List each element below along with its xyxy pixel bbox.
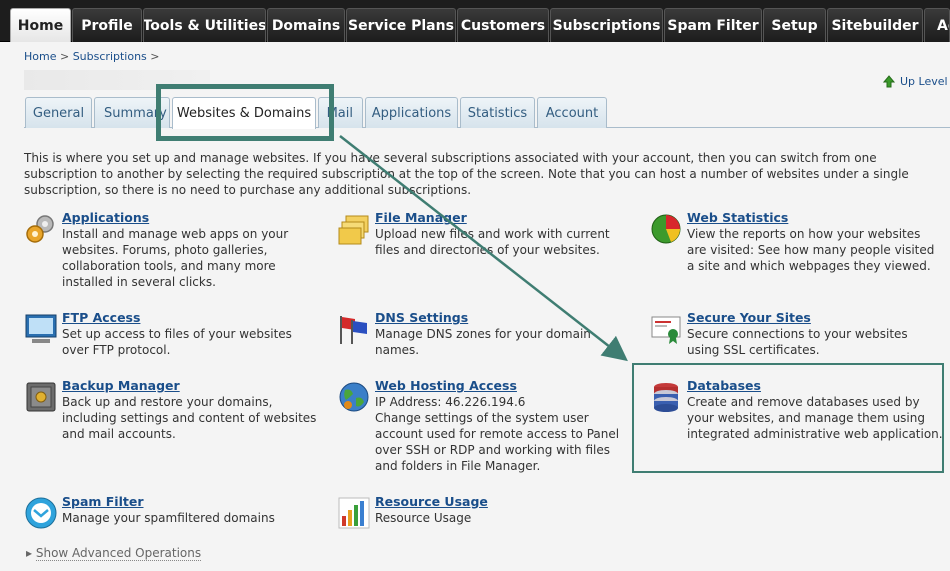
up-level-icon	[882, 75, 896, 88]
web-statistics-link[interactable]: Web Statistics	[687, 210, 934, 226]
web-hosting-desc-1: Change settings of the system user	[375, 411, 589, 425]
nav-tab-home[interactable]: Home	[10, 8, 71, 42]
item-web-statistics: Web Statistics View the reports on how y…	[649, 210, 944, 276]
ip-address-text: IP Address: 46.226.194.6	[375, 395, 526, 409]
web-hosting-access-link[interactable]: Web Hosting Access	[375, 378, 619, 394]
secure-sites-desc-1: Secure connections to your websites	[687, 327, 908, 341]
nav-tab-account[interactable]: Ac	[924, 8, 950, 42]
item-dns-settings: DNS Settings Manage DNS zones for your d…	[337, 310, 627, 360]
item-ftp-access: FTP Access Set up access to files of you…	[24, 310, 324, 360]
top-navigation: Home Profile Tools & Utilities Domains S…	[0, 0, 950, 42]
web-hosting-desc-2: account used for remote access to Panel	[375, 427, 620, 441]
intro-text: This is where you set up and manage webs…	[24, 151, 909, 197]
applications-desc-3: collaboration tools, and many more	[62, 259, 276, 273]
safe-icon	[26, 382, 56, 412]
folder-icon	[338, 215, 369, 245]
up-level-label: Up Level	[900, 74, 948, 88]
resource-usage-desc: Resource Usage	[375, 511, 472, 525]
web-statistics-desc-1: View the reports on how your websites	[687, 227, 921, 241]
item-resource-usage: Resource Usage Resource Usage	[337, 494, 627, 530]
applications-gears-icon	[26, 215, 54, 243]
applications-link[interactable]: Applications	[62, 210, 288, 226]
globe-icon	[339, 382, 369, 412]
expand-arrow-icon: ▸	[26, 546, 33, 560]
nav-tab-service-plans[interactable]: Service Plans	[346, 8, 456, 42]
item-backup-manager: Backup Manager Back up and restore your …	[24, 378, 324, 444]
item-secure-sites: Secure Your Sites Secure connections to …	[649, 310, 944, 360]
web-hosting-desc-4: and folders in File Manager.	[375, 459, 541, 473]
show-advanced-label: Show Advanced Operations	[35, 546, 202, 561]
ftp-access-desc-1: Set up access to files of your websites	[62, 327, 292, 341]
breadcrumb-home[interactable]: Home	[24, 50, 56, 63]
backup-manager-desc-3: and mail accounts.	[62, 427, 176, 441]
nav-tab-customers[interactable]: Customers	[457, 8, 549, 42]
web-statistics-desc-3: a site and which webpages they viewed.	[687, 259, 931, 273]
file-manager-link[interactable]: File Manager	[375, 210, 610, 226]
dns-settings-link[interactable]: DNS Settings	[375, 310, 591, 326]
nav-tab-profile[interactable]: Profile	[72, 8, 142, 42]
file-manager-desc-1: Upload new files and work with current	[375, 227, 610, 241]
breadcrumb-separator: >	[150, 50, 160, 63]
dns-settings-desc-1: Manage DNS zones for your domain	[375, 327, 591, 341]
tab-account[interactable]: Account	[537, 97, 607, 128]
backup-manager-desc-2: including settings and content of websit…	[62, 411, 317, 425]
dns-settings-desc-2: names.	[375, 343, 420, 357]
show-advanced-operations[interactable]: ▸ Show Advanced Operations	[26, 546, 202, 561]
ftp-access-link[interactable]: FTP Access	[62, 310, 292, 326]
bar-chart-icon	[338, 497, 370, 529]
nav-tab-sitebuilder[interactable]: Sitebuilder	[827, 8, 923, 42]
item-spam-filter: Spam Filter Manage your spamfiltered dom…	[24, 494, 324, 530]
web-hosting-desc-3: over SSH or RDP and working with files	[375, 443, 610, 457]
tab-general[interactable]: General	[25, 97, 92, 128]
secure-sites-desc-2: using SSL certificates.	[687, 343, 820, 357]
flags-icon	[340, 316, 367, 344]
applications-desc-4: installed in several clicks.	[62, 275, 216, 289]
backup-manager-desc-1: Back up and restore your domains,	[62, 395, 273, 409]
nav-tab-domains[interactable]: Domains	[267, 8, 345, 42]
spam-filter-desc: Manage your spamfiltered domains	[62, 511, 275, 525]
nav-tab-spam-filter[interactable]: Spam Filter	[664, 8, 762, 42]
file-manager-desc-2: files and directories of your websites.	[375, 243, 600, 257]
applications-desc-2: websites. Forums, photo galleries,	[62, 243, 268, 257]
tab-applications[interactable]: Applications	[365, 97, 458, 128]
breadcrumb: Home > Subscriptions >	[24, 50, 160, 63]
secure-sites-link[interactable]: Secure Your Sites	[687, 310, 908, 326]
applications-desc-1: Install and manage web apps on your	[62, 227, 289, 241]
certificate-icon	[651, 316, 681, 344]
item-file-manager: File Manager Upload new files and work w…	[337, 210, 627, 260]
spam-filter-icon	[25, 497, 57, 529]
breadcrumb-subscriptions[interactable]: Subscriptions	[73, 50, 147, 63]
highlight-box-websites-domains	[156, 84, 334, 141]
tab-statistics[interactable]: Statistics	[460, 97, 535, 128]
monitor-icon	[25, 314, 57, 343]
breadcrumb-separator: >	[59, 50, 70, 63]
nav-tab-tools-utilities[interactable]: Tools & Utilities	[143, 8, 266, 42]
web-statistics-desc-2: are visited: See how many people visited	[687, 243, 935, 257]
spam-filter-link[interactable]: Spam Filter	[62, 494, 275, 510]
backup-manager-link[interactable]: Backup Manager	[62, 378, 316, 394]
nav-tab-subscriptions[interactable]: Subscriptions	[550, 8, 663, 42]
nav-tab-setup[interactable]: Setup	[763, 8, 826, 42]
resource-usage-link[interactable]: Resource Usage	[375, 494, 488, 510]
pie-chart-icon	[651, 214, 681, 244]
item-web-hosting-access: Web Hosting Access IP Address: 46.226.19…	[337, 378, 627, 476]
item-applications: Applications Install and manage web apps…	[24, 210, 324, 290]
highlight-box-databases	[632, 363, 944, 473]
ftp-access-desc-2: over FTP protocol.	[62, 343, 171, 357]
up-level-link[interactable]: Up Level	[882, 74, 948, 88]
